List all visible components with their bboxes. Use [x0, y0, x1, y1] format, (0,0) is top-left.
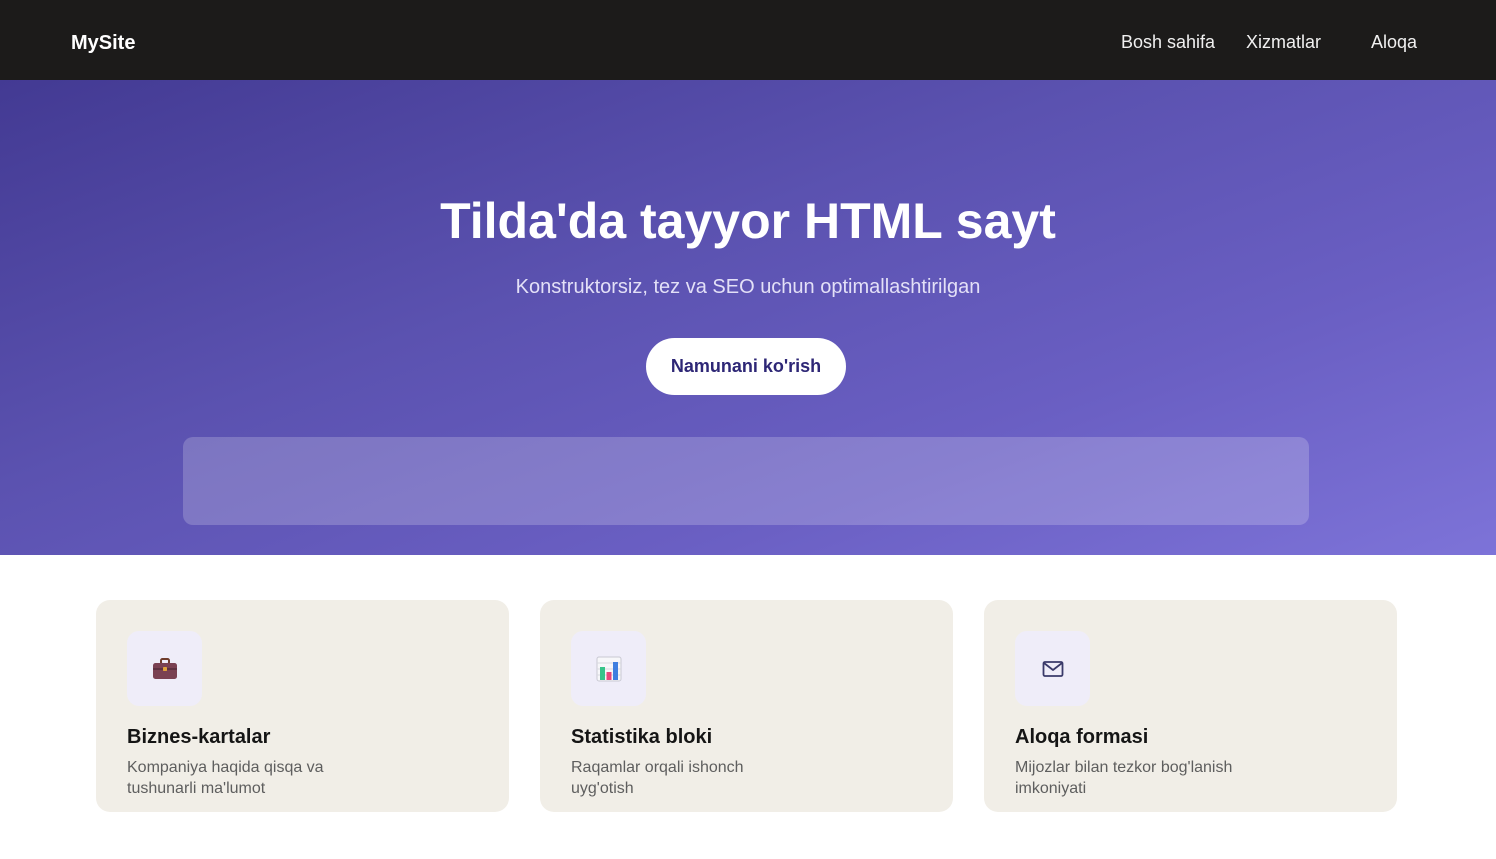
nav-link-services[interactable]: Xizmatlar: [1246, 31, 1321, 53]
view-sample-button[interactable]: Namunani ko'rish: [646, 338, 846, 395]
site-logo[interactable]: MySite: [71, 30, 135, 56]
nav-link-contact[interactable]: Aloqa: [1371, 31, 1417, 53]
briefcase-icon: [152, 657, 177, 679]
hero-section: Tilda'da tayyor HTML sayt Konstruktorsiz…: [0, 80, 1496, 555]
feature-icon-tile: [571, 631, 646, 706]
feature-title: Biznes-kartalar: [127, 726, 271, 748]
feature-description: Mijozlar bilan tezkor bog'lanish imkoniy…: [1015, 759, 1233, 797]
feature-icon-tile: [127, 631, 202, 706]
nav-link-home[interactable]: Bosh sahifa: [1121, 31, 1215, 53]
hero-title: Tilda'da tayyor HTML sayt: [440, 193, 1056, 249]
bar-chart-icon: [596, 656, 621, 681]
feature-title: Aloqa formasi: [1015, 726, 1149, 748]
feature-description: Raqamlar orqali ishonch uyg'otish: [571, 759, 744, 797]
feature-title: Statistika bloki: [571, 726, 713, 748]
feature-card-contact-form: Aloqa formasi Mijozlar bilan tezkor bog'…: [984, 600, 1397, 812]
envelope-icon: [1042, 660, 1063, 677]
hero-translucent-panel: [183, 437, 1309, 525]
feature-card-statistics: Statistika bloki Raqamlar orqali ishonch…: [540, 600, 953, 812]
feature-icon-tile: [1015, 631, 1090, 706]
feature-description: Kompaniya haqida qisqa va tushunarli ma'…: [127, 759, 324, 797]
top-navbar: MySite Bosh sahifa Xizmatlar Aloqa: [0, 0, 1496, 80]
feature-card-business: Biznes-kartalar Kompaniya haqida qisqa v…: [96, 600, 509, 812]
hero-subtitle: Konstruktorsiz, tez va SEO uchun optimal…: [515, 276, 981, 298]
